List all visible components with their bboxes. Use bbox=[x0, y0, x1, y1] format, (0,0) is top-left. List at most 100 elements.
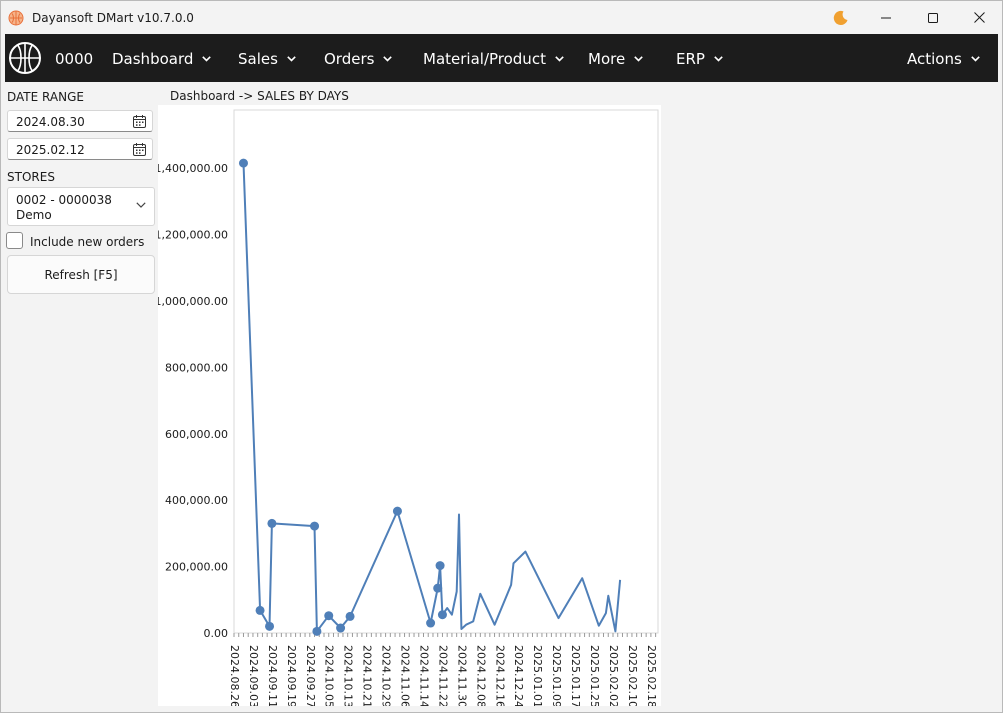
x-tick-label: 2024.12.24 bbox=[512, 645, 525, 706]
y-tick-label: 1,400,000.00 bbox=[158, 162, 228, 175]
data-point bbox=[265, 621, 275, 631]
include-new-orders-checkbox[interactable] bbox=[6, 232, 23, 249]
maximize-icon bbox=[928, 12, 938, 23]
include-new-orders-label[interactable]: Include new orders bbox=[30, 235, 144, 249]
x-tick-label: 2024.09.03 bbox=[247, 645, 260, 706]
y-tick-label: 200,000.00 bbox=[165, 561, 228, 574]
nav-menu-label: Sales bbox=[238, 50, 278, 68]
x-tick-label: 2024.10.29 bbox=[380, 645, 393, 706]
nav-menu-label: Actions bbox=[907, 50, 962, 68]
app-window: Dayansoft DMart v10.7.0.0 0000 Dashboard… bbox=[0, 0, 1003, 713]
y-tick-label: 1,200,000.00 bbox=[158, 229, 228, 242]
refresh-button[interactable]: Refresh [F5] bbox=[7, 255, 155, 294]
chevron-down-icon bbox=[971, 56, 980, 62]
x-tick-label: 2024.12.08 bbox=[474, 645, 487, 706]
date-to-value: 2025.02.12 bbox=[16, 143, 85, 157]
x-tick-label: 2024.11.06 bbox=[399, 645, 412, 706]
close-icon bbox=[973, 12, 985, 23]
chart-svg: 0.00 200,000.00 400,000.00 600,000.00 800,00… bbox=[155, 109, 659, 708]
calendar-icon[interactable] bbox=[133, 143, 146, 156]
x-tick-label: 2024.10.13 bbox=[342, 645, 355, 706]
x-tick-label: 2024.10.05 bbox=[323, 645, 336, 706]
minimize-button[interactable] bbox=[863, 1, 909, 34]
x-tick-label: 2024.11.22 bbox=[436, 645, 449, 706]
x-tick-label: 2024.09.11 bbox=[266, 645, 279, 706]
nav-menu-label: ERP bbox=[676, 50, 705, 68]
breadcrumb: Dashboard -> SALES BY DAYS bbox=[170, 89, 349, 103]
nav-menu-material-product[interactable]: Material/Product bbox=[423, 50, 564, 68]
date-from-value: 2024.08.30 bbox=[16, 115, 85, 129]
store-select-line1: 0002 - 0000038 bbox=[16, 193, 112, 207]
data-point bbox=[310, 521, 320, 531]
main-navbar: 0000 Dashboard Sales Orders Material/Pro… bbox=[5, 34, 998, 82]
data-point bbox=[267, 518, 277, 528]
x-tick-label: 2024.09.27 bbox=[304, 645, 317, 706]
x-tick-label: 2024.11.30 bbox=[455, 645, 468, 706]
x-tick-label: 2024.11.14 bbox=[417, 645, 430, 706]
nav-code[interactable]: 0000 bbox=[55, 50, 93, 68]
data-point bbox=[392, 506, 402, 516]
chevron-down-icon bbox=[287, 56, 296, 62]
x-tick-label: 2025.01.09 bbox=[550, 645, 563, 706]
x-tick-label: 2025.02.02 bbox=[607, 645, 620, 706]
window-title: Dayansoft DMart v10.7.0.0 bbox=[32, 11, 194, 25]
data-point bbox=[324, 611, 334, 621]
y-tick-label: 800,000.00 bbox=[165, 361, 228, 374]
nav-menu-label: Orders bbox=[324, 50, 375, 68]
nav-menu-label: Material/Product bbox=[423, 50, 546, 68]
nav-menu-erp[interactable]: ERP bbox=[676, 50, 723, 68]
nav-menu-dashboard[interactable]: Dashboard bbox=[112, 50, 212, 68]
data-point bbox=[312, 626, 322, 636]
x-tick-label: 2024.08.26 bbox=[228, 645, 241, 706]
chevron-down-icon bbox=[202, 56, 212, 62]
calendar-icon[interactable] bbox=[133, 115, 146, 128]
refresh-button-label: Refresh [F5] bbox=[44, 267, 118, 282]
title-bar: Dayansoft DMart v10.7.0.0 bbox=[1, 1, 1002, 34]
y-tick-label: 0.00 bbox=[204, 627, 229, 640]
nav-menu-label: Dashboard bbox=[112, 50, 194, 68]
store-select-line2: Demo bbox=[16, 208, 52, 222]
nav-menu-actions[interactable]: Actions bbox=[907, 50, 980, 68]
maximize-button[interactable] bbox=[910, 1, 956, 34]
y-tick-label: 1,000,000.00 bbox=[158, 295, 228, 308]
data-point bbox=[433, 583, 443, 593]
nav-menu-orders[interactable]: Orders bbox=[324, 50, 393, 68]
close-button[interactable] bbox=[956, 1, 1002, 34]
nav-menu-sales[interactable]: Sales bbox=[238, 50, 296, 68]
app-logo-icon bbox=[8, 10, 24, 26]
x-tick-label: 2024.10.21 bbox=[361, 645, 374, 706]
x-tick-label: 2024.12.16 bbox=[493, 645, 506, 706]
data-point bbox=[238, 158, 248, 168]
globe-logo-icon[interactable] bbox=[8, 41, 42, 75]
chevron-down-icon bbox=[714, 56, 723, 62]
chevron-down-icon bbox=[555, 56, 564, 62]
nav-menu-more[interactable]: More bbox=[588, 50, 643, 68]
date-from-picker[interactable]: 2024.08.30 bbox=[7, 110, 153, 132]
sales-by-days-chart: 0.00 200,000.00 400,000.00 600,000.00 800,00… bbox=[155, 105, 661, 708]
chevron-down-icon bbox=[136, 202, 146, 208]
x-tick-label: 2025.01.17 bbox=[569, 645, 582, 706]
plot-frame bbox=[233, 109, 659, 634]
x-tick-label: 2025.01.25 bbox=[588, 645, 601, 706]
y-tick-label: 400,000.00 bbox=[165, 494, 228, 507]
date-range-label: DATE RANGE bbox=[7, 90, 84, 104]
date-to-picker[interactable]: 2025.02.12 bbox=[7, 138, 153, 160]
series-line bbox=[242, 163, 622, 633]
moon-icon[interactable] bbox=[832, 9, 850, 27]
data-point bbox=[345, 611, 355, 621]
y-tick-label: 600,000.00 bbox=[165, 428, 228, 441]
x-tick-label: 2025.01.01 bbox=[531, 645, 544, 706]
stores-label: STORES bbox=[7, 170, 55, 184]
data-point bbox=[426, 618, 436, 628]
store-select[interactable]: 0002 - 0000038 Demo bbox=[7, 187, 155, 226]
chevron-down-icon bbox=[383, 56, 393, 62]
data-point bbox=[437, 610, 447, 620]
data-point bbox=[435, 561, 445, 571]
data-point bbox=[255, 605, 265, 615]
x-tick-label: 2024.09.19 bbox=[285, 645, 298, 706]
minimize-icon bbox=[881, 17, 891, 18]
x-tick-label: 2025.02.18 bbox=[645, 645, 658, 706]
x-tick-label: 2025.02.10 bbox=[626, 645, 639, 706]
chevron-down-icon bbox=[634, 56, 643, 62]
nav-menu-label: More bbox=[588, 50, 626, 68]
